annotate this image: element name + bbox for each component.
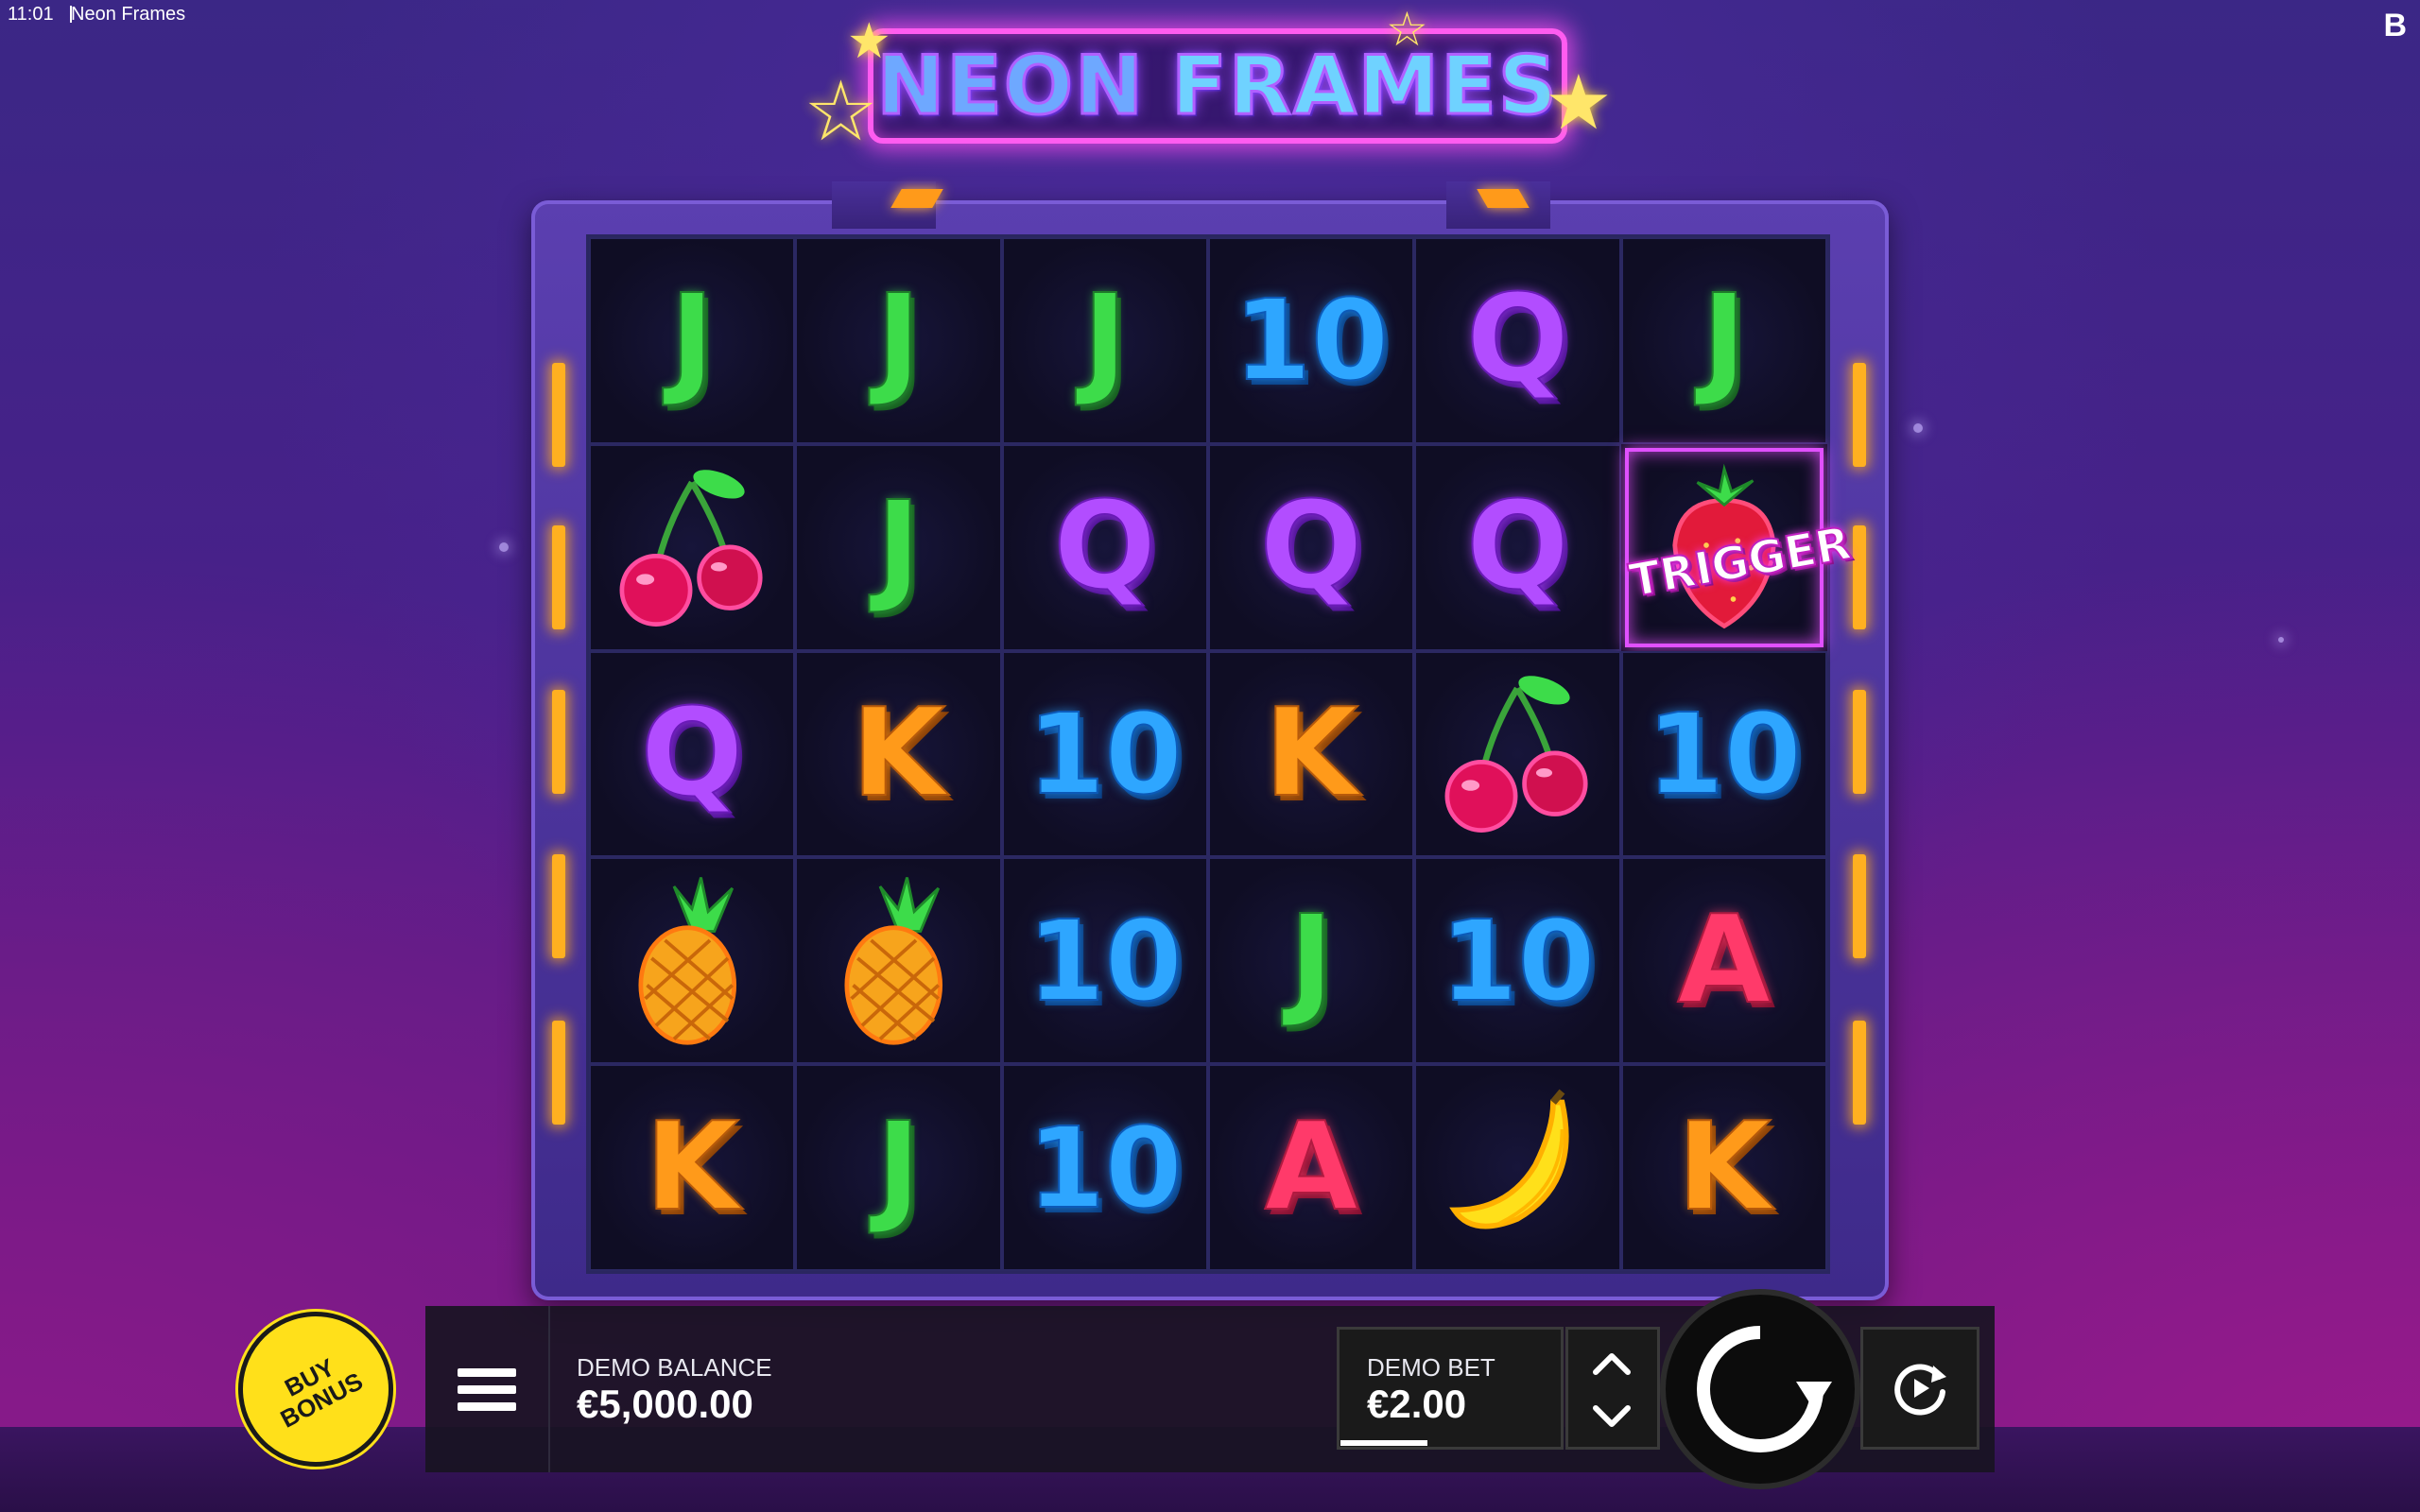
reel-cell: Q [1207,443,1415,651]
game-title-sign: NEON FRAMES [868,28,1567,144]
symbol-k: K [1676,1096,1772,1238]
symbol-j: J [1288,889,1335,1031]
status-time: 11:01 [8,4,54,25]
reel-cell: 10 [1001,650,1208,858]
side-light [1853,854,1866,958]
reel-cell [1414,650,1621,858]
symbol-q: Q [1465,269,1570,411]
symbol-j: J [1081,269,1129,411]
reel-cell: Q [1414,443,1621,651]
bet-value: €2.00 [1367,1382,1467,1426]
side-light [552,1021,565,1125]
symbol-10: 10 [1233,275,1390,406]
reel-cell: 10 [1001,857,1208,1065]
reel-cell: J [795,443,1002,651]
autoplay-button[interactable] [1860,1327,1979,1450]
side-light [1853,1021,1866,1125]
reel-cell: A [1207,1064,1415,1271]
side-light [552,854,565,958]
side-light [1853,525,1866,629]
star-icon: ★ [847,14,891,69]
symbol-q: Q [640,682,745,824]
reel-cell: J [795,237,1002,444]
symbol-k: K [851,682,946,824]
reel-cell: A [1620,857,1827,1065]
bet-level-indicator [1340,1440,1427,1446]
reel-cell: J [1207,857,1415,1065]
banana-icon [1427,1075,1607,1260]
star-icon: ☆ [1386,3,1428,56]
chevron-down-icon [1593,1405,1631,1427]
symbol-j: J [668,269,716,411]
side-light [1853,690,1866,794]
spin-button[interactable] [1660,1289,1860,1489]
title-word-frames: FRAMES [1170,38,1559,135]
chevron-up-icon [1593,1353,1631,1375]
pineapple-icon [602,868,782,1053]
menu-button[interactable] [425,1306,550,1472]
background-sparkle [499,542,509,552]
symbol-10: 10 [1439,895,1596,1026]
reel-cell: Q [589,650,796,858]
reel-cell: K [1620,1064,1827,1271]
reel-cell [589,857,796,1065]
star-icon: ☆ [804,64,878,158]
reel-cell: 10 [1414,857,1621,1065]
reel-cell: K [795,650,1002,858]
symbol-10: 10 [1646,688,1803,819]
title-word-neon: NEON [875,38,1145,135]
hamburger-menu-icon [458,1360,516,1419]
status-game-title: Neon Frames [71,4,186,25]
reel-cell: K [1207,650,1415,858]
reel-cell: TRIGGER [1624,447,1856,647]
reel-cell: 10 [1620,650,1827,858]
symbol-j: J [875,269,923,411]
background-sparkle [2278,637,2284,643]
side-light [552,363,565,467]
symbol-j: J [875,1096,923,1238]
reel-cell: Q [1001,443,1208,651]
symbol-q: Q [1465,476,1570,618]
reel-cell [1414,1064,1621,1271]
brand-logo: B [2383,8,2407,43]
symbol-q: Q [1052,476,1157,618]
side-light [1853,363,1866,467]
pineapple-icon [808,868,988,1053]
cherry-icon [1427,662,1607,846]
background-sparkle [1913,423,1923,433]
reel-cell [795,857,1002,1065]
symbol-k: K [1264,682,1359,824]
symbol-k: K [645,1096,740,1238]
cherry-icon [602,455,782,640]
reel-cell: 10 [1001,1064,1208,1271]
symbol-10: 10 [1027,1102,1184,1233]
balance-label: DEMO BALANCE [577,1353,772,1382]
symbol-j: J [1701,269,1748,411]
reel-cell [589,443,796,651]
reel-grid: J J J 10 Q J J Q Q Q TRIGGER Q K 10 K 10 10 J 10 A K J 10 A K [586,234,1856,1274]
symbol-a: A [1264,1096,1359,1238]
side-light [552,525,565,629]
symbol-a: A [1676,889,1772,1031]
bet-label: DEMO BET [1367,1353,1495,1382]
bet-increase-button[interactable] [1590,1342,1634,1385]
bet-decrease-button[interactable] [1590,1395,1634,1438]
reel-cell: J [1620,237,1827,444]
symbol-j: J [875,476,923,618]
symbol-10: 10 [1027,895,1184,1026]
autoplay-icon [1894,1364,1946,1416]
reel-cell: J [589,237,796,444]
symbol-q: Q [1259,476,1364,618]
balance-value: €5,000.00 [577,1382,753,1426]
reel-cell: Q [1414,237,1621,444]
reel-cell: K [589,1064,796,1271]
star-icon: ★ [1545,60,1613,145]
spin-icon [1697,1326,1832,1452]
symbol-10: 10 [1027,688,1184,819]
reel-cell: J [795,1064,1002,1271]
reel-cell: J [1001,237,1208,444]
side-light [552,690,565,794]
reel-cell: 10 [1207,237,1415,444]
